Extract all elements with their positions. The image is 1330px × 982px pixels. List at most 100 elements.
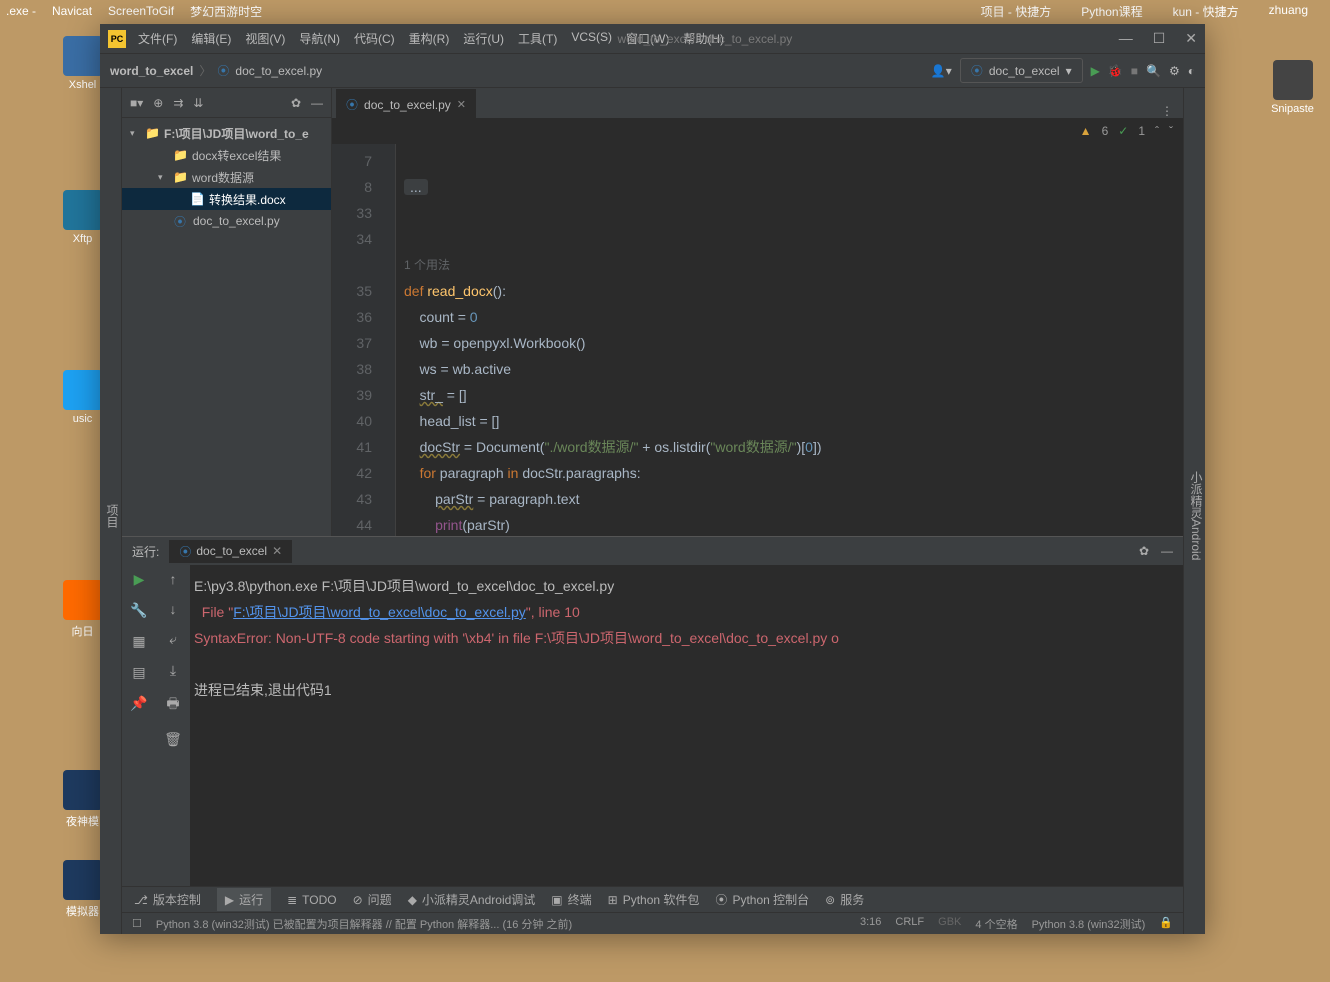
wrench-icon[interactable]: 🔧 — [130, 602, 147, 619]
tab-packages[interactable]: ⊞Python 软件包 — [608, 891, 700, 908]
folder-icon[interactable]: ■▾ — [130, 96, 143, 110]
tab-terminal[interactable]: ▣终端 — [551, 891, 591, 908]
run-tab[interactable]: ⦿doc_to_excel✕ — [169, 540, 292, 563]
search-icon[interactable]: 🔍 — [1146, 64, 1161, 78]
line-sep[interactable]: CRLF — [895, 916, 924, 932]
stop-button[interactable]: ■ — [1131, 64, 1138, 78]
menu-edit[interactable]: 编辑(E) — [191, 30, 231, 47]
nox-icon[interactable] — [63, 770, 103, 810]
line-numbers: 783334 35363738394041424344 — [332, 144, 382, 536]
run-output[interactable]: E:\py3.8\python.exe F:\项目\JD项目\word_to_e… — [190, 565, 1183, 886]
layout-icon[interactable]: ▤ — [132, 664, 145, 681]
emu-icon[interactable] — [63, 860, 103, 900]
tree-root[interactable]: ▾📁F:\项目\JD项目\word_to_e — [122, 122, 331, 144]
twitter-icon[interactable] — [63, 370, 103, 410]
tree-folder[interactable]: 📁docx转excel结果 — [122, 144, 331, 166]
menu-navigate[interactable]: 导航(N) — [299, 30, 340, 47]
user-icon[interactable]: 👤▾ — [931, 64, 952, 78]
window-title: word_to_excel - doc_to_excel.py — [618, 32, 793, 46]
right-stripe[interactable]: 小派精灵Android — [1183, 88, 1205, 934]
caret-position[interactable]: 3:16 — [860, 916, 881, 932]
menu-view[interactable]: 视图(V) — [245, 30, 285, 47]
down-arrow-icon[interactable]: ↓ — [170, 601, 177, 617]
gear-icon[interactable]: ✿ — [291, 96, 301, 110]
menu-tools[interactable]: 工具(T) — [518, 30, 557, 47]
lock-icon[interactable]: 🔒 — [1159, 916, 1173, 932]
left-stripe[interactable]: 项目 — [100, 88, 122, 934]
run-tool-window: 运行: ⦿doc_to_excel✕ ✿— ▶ 🔧 ▦ ▤ 📌 ↑ ↓ — [122, 536, 1183, 886]
expand-icon[interactable]: ⇊ — [193, 96, 203, 110]
menu-code[interactable]: 代码(C) — [354, 30, 395, 47]
minimize-button[interactable]: — — [1119, 30, 1133, 47]
locate-icon[interactable]: ⊕ — [153, 96, 163, 110]
sun-icon[interactable] — [63, 580, 103, 620]
more-icon[interactable]: ⋮ — [1161, 104, 1173, 118]
up-icon[interactable]: ˆ — [1155, 124, 1159, 138]
tab-android[interactable]: ◆小派精灵Android调试 — [408, 891, 536, 908]
inspection-widget[interactable]: ▲6 ✓1 ˆ ˇ — [332, 118, 1183, 144]
project-tree[interactable]: ▾📁F:\项目\JD项目\word_to_e 📁docx转excel结果 ▾📁w… — [122, 118, 331, 536]
tab-python-console[interactable]: ⦿Python 控制台 — [715, 891, 809, 908]
editor-tab[interactable]: ⦿ doc_to_excel.py ✕ — [336, 89, 476, 118]
maximize-button[interactable]: ☐ — [1153, 30, 1166, 47]
stop-icon[interactable]: ▦ — [132, 633, 145, 650]
collapse-icon[interactable]: ⇉ — [173, 96, 183, 110]
tree-file[interactable]: ⦿doc_to_excel.py — [122, 210, 331, 232]
down-icon[interactable]: ˇ — [1169, 124, 1173, 138]
check-icon: ✓ — [1118, 124, 1128, 138]
python-file-icon: ⦿ — [217, 62, 229, 79]
settings-icon[interactable]: ⚙ — [1169, 64, 1180, 78]
close-tab-icon[interactable]: ✕ — [457, 98, 466, 111]
indent[interactable]: 4 个空格 — [975, 916, 1017, 932]
pin-icon[interactable]: 📌 — [130, 695, 147, 712]
warning-icon: ⊘ — [353, 893, 363, 907]
code-with-me-icon[interactable]: ◐ — [1188, 64, 1195, 78]
menu-run[interactable]: 运行(U) — [463, 30, 504, 47]
wrap-icon[interactable]: ⤶ — [169, 631, 177, 648]
snipaste-icon[interactable] — [1273, 60, 1313, 100]
run-config-dropdown[interactable]: ⦿ doc_to_excel▾ — [960, 58, 1083, 83]
rerun-icon[interactable]: ▶ — [134, 571, 145, 588]
python-icon: ⦿ — [179, 543, 191, 560]
interpreter[interactable]: Python 3.8 (win32测试) — [1032, 916, 1146, 932]
xshell-icon[interactable] — [63, 36, 103, 76]
export-icon[interactable]: ⤓ — [170, 662, 176, 679]
breadcrumb[interactable]: word_to_excel 〉 ⦿ doc_to_excel.py — [110, 62, 322, 79]
encoding[interactable]: GBK — [938, 916, 961, 932]
python-icon: ⦿ — [971, 62, 983, 79]
ide-window: PC 文件(F) 编辑(E) 视图(V) 导航(N) 代码(C) 重构(R) 运… — [100, 24, 1205, 934]
event-log-icon[interactable]: ☐ — [132, 917, 142, 930]
menu-file[interactable]: 文件(F) — [138, 30, 177, 47]
run-button[interactable]: ▶ — [1091, 64, 1100, 78]
menu-vcs[interactable]: VCS(S) — [571, 30, 612, 47]
tab-todo[interactable]: ≣TODO — [287, 893, 337, 907]
code-area[interactable]: 783334 35363738394041424344 ... 1 个用法def… — [332, 144, 1183, 536]
tab-problems[interactable]: ⊘问题 — [353, 891, 392, 908]
fold-gutter[interactable] — [382, 144, 396, 536]
python-file-icon: ⦿ — [346, 96, 358, 113]
tab-vcs[interactable]: ⎇版本控制 — [134, 891, 201, 908]
debug-button[interactable]: 🐞 — [1108, 64, 1123, 78]
close-button[interactable]: ✕ — [1185, 30, 1197, 47]
menu-refactor[interactable]: 重构(R) — [409, 30, 450, 47]
bottom-tool-tabs: ⎇版本控制 ▶运行 ≣TODO ⊘问题 ◆小派精灵Android调试 ▣终端 ⊞… — [122, 886, 1183, 912]
print-icon[interactable]: 🖶 — [166, 693, 179, 717]
trash-icon[interactable]: 🗑 — [164, 731, 182, 748]
status-message[interactable]: Python 3.8 (win32测试) 已被配置为项目解释器 // 配置 Py… — [156, 916, 572, 932]
warning-icon: ▲ — [1080, 124, 1092, 138]
terminal-icon: ▣ — [551, 893, 562, 907]
android-icon: ◆ — [408, 893, 417, 907]
up-arrow-icon[interactable]: ↑ — [170, 571, 177, 587]
xftp-icon[interactable] — [63, 190, 103, 230]
hide-icon[interactable]: — — [311, 96, 323, 110]
tab-run[interactable]: ▶运行 — [217, 888, 271, 911]
tree-file-selected[interactable]: 📄转换结果.docx — [122, 188, 331, 210]
services-icon: ⊚ — [825, 893, 835, 907]
run-toolbar-left: ▶ 🔧 ▦ ▤ 📌 — [122, 565, 156, 886]
hide-icon[interactable]: — — [1161, 544, 1173, 558]
tab-services[interactable]: ⊚服务 — [825, 891, 864, 908]
tree-folder[interactable]: ▾📁word数据源 — [122, 166, 331, 188]
editor-tabs: ⦿ doc_to_excel.py ✕ ⋮ — [332, 88, 1183, 118]
gear-icon[interactable]: ✿ — [1139, 544, 1149, 558]
code-text[interactable]: ... 1 个用法def read_docx(): count = 0 wb =… — [396, 144, 1183, 536]
